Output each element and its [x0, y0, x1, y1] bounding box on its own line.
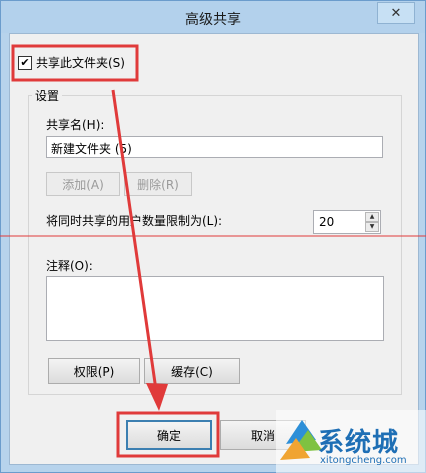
watermark-url: xitongcheng.com [320, 455, 407, 466]
dialog-title: 高级共享 [185, 12, 241, 28]
user-limit-spinner[interactable]: 20 ▲ ▼ [313, 210, 381, 234]
close-button[interactable]: ✕ [377, 2, 415, 24]
share-folder-checkbox[interactable]: ✔ [18, 55, 32, 70]
share-name-input[interactable]: 新建文件夹 (5) [46, 136, 383, 158]
close-icon: ✕ [390, 5, 402, 21]
share-folder-label: 共享此文件夹(S) [36, 56, 125, 70]
settings-group-label: 设置 [32, 87, 63, 104]
caching-button[interactable]: 缓存(C) [144, 358, 240, 384]
comments-label: 注释(O): [46, 259, 93, 273]
comments-textarea[interactable] [46, 276, 384, 341]
checkmark-icon: ✔ [20, 55, 30, 69]
spin-up-icon[interactable]: ▲ [365, 212, 379, 222]
share-name-label: 共享名(H): [46, 118, 105, 132]
title-bar: 高级共享 ✕ [1, 1, 425, 33]
permissions-button[interactable]: 权限(P) [48, 358, 140, 384]
share-folder-checkbox-row[interactable]: ✔ 共享此文件夹(S) [18, 54, 125, 71]
remove-button[interactable]: 删除(R) [124, 172, 192, 196]
spin-down-icon[interactable]: ▼ [365, 222, 379, 232]
user-limit-value[interactable]: 20 [319, 215, 334, 229]
watermark-brand: 系统城 [318, 428, 400, 458]
add-button[interactable]: 添加(A) [46, 172, 120, 196]
ok-button[interactable]: 确定 [126, 420, 212, 450]
user-limit-label: 将同时共享的用户数量限制为(L): [46, 214, 223, 228]
